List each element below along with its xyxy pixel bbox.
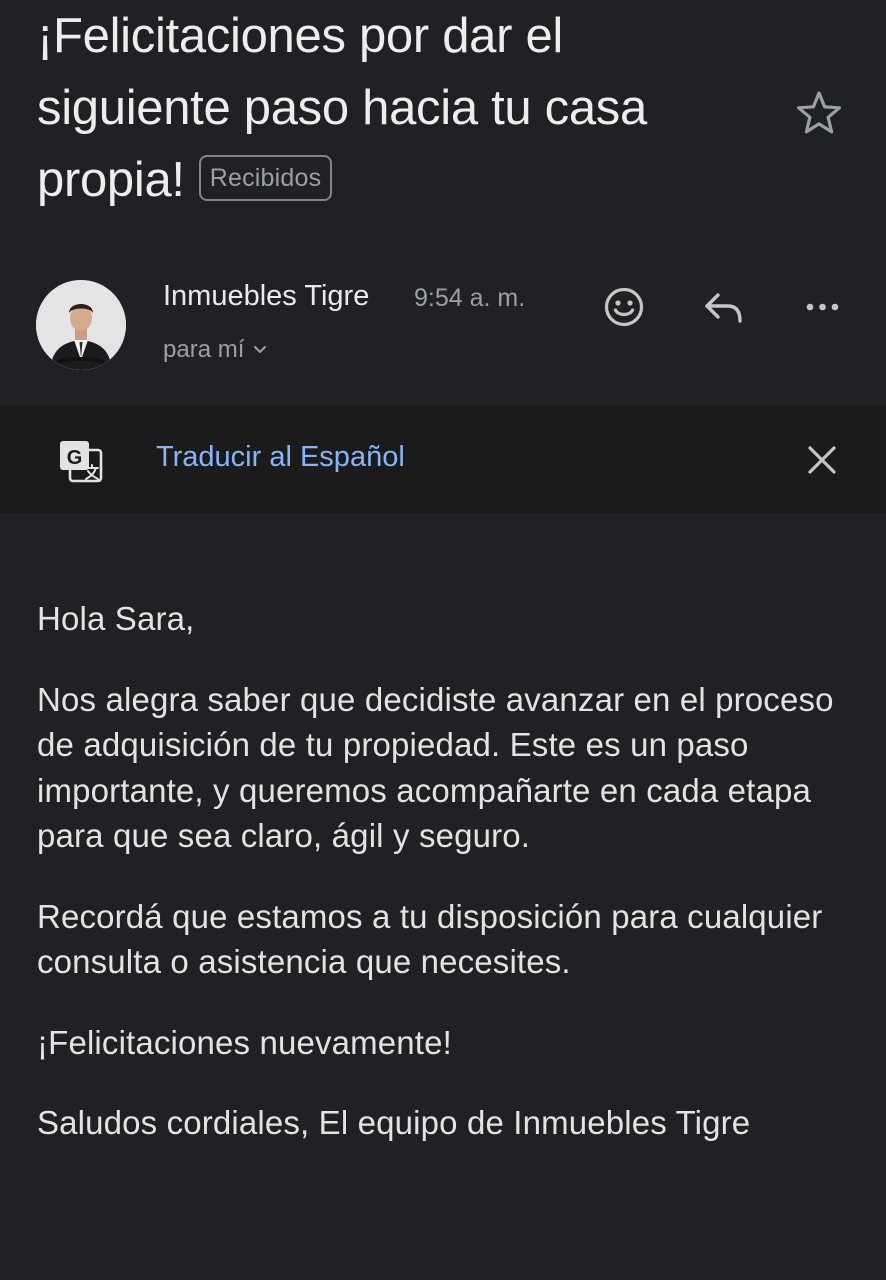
email-paragraph: Nos alegra saber que decidiste avanzar e… (37, 680, 834, 855)
sender-name[interactable]: Inmuebles Tigre (163, 280, 369, 313)
close-icon[interactable] (803, 441, 841, 479)
emoji-react-icon[interactable] (601, 284, 647, 330)
email-closing: Saludos cordiales, El equipo de Inmueble… (37, 1104, 751, 1141)
more-options-icon[interactable] (800, 284, 846, 330)
reply-icon[interactable] (700, 284, 746, 330)
email-greeting: Hola Sara, (37, 600, 195, 637)
email-body: Hola Sara, Nos alegra saber que decidist… (37, 596, 857, 1181)
avatar-photo (36, 280, 126, 370)
email-paragraph: Recordá que estamos a tu disposición par… (37, 897, 823, 981)
sender-avatar[interactable] (36, 280, 126, 370)
translate-link[interactable]: Traducir al Español (156, 441, 405, 474)
recipient-label: para mí (163, 336, 245, 363)
email-timestamp: 9:54 a. m. (414, 284, 526, 312)
chevron-down-icon (254, 346, 267, 353)
email-paragraph: ¡Felicitaciones nuevamente! (37, 1023, 452, 1061)
svg-text:G: G (67, 447, 83, 469)
star-icon[interactable] (794, 88, 844, 138)
email-subject-text: ¡Felicitaciones por dar el siguiente pas… (37, 9, 647, 207)
recipient-details[interactable]: para mí (163, 336, 268, 364)
inbox-label-chip[interactable]: Recibidos (198, 155, 333, 202)
email-subject: ¡Felicitaciones por dar el siguiente pas… (37, 0, 757, 216)
google-translate-icon: G (60, 441, 103, 483)
translate-bar: G Traducir al Español (0, 405, 886, 513)
